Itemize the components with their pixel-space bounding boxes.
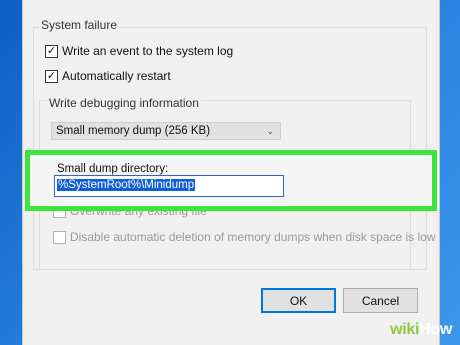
dump-directory-label: Small dump directory:	[57, 163, 169, 175]
debugging-group-label: Write debugging information	[47, 96, 201, 110]
wikihow-watermark: wikiHow	[390, 321, 452, 339]
disable-auto-delete-checkbox-row[interactable]: Disable automatic deletion of memory dum…	[53, 229, 436, 245]
chevron-down-icon: ⌄	[266, 125, 274, 136]
dump-type-selected: Small memory dump (256 KB)	[56, 125, 211, 137]
disable-auto-delete-label: Disable automatic deletion of memory dum…	[70, 230, 436, 244]
disable-auto-delete-checkbox[interactable]	[53, 230, 66, 244]
write-event-label: Write an event to the system log	[62, 44, 234, 58]
dump-directory-value: %SystemRoot%\Minidump	[57, 179, 196, 191]
dump-directory-highlight: Small dump directory: %SystemRoot%\Minid…	[25, 150, 437, 211]
ok-button[interactable]: OK	[261, 288, 336, 313]
auto-restart-checkbox[interactable]: ✓	[45, 69, 58, 83]
dump-type-select[interactable]: Small memory dump (256 KB) ⌄	[51, 122, 281, 140]
auto-restart-checkbox-row[interactable]: ✓ Automatically restart	[45, 68, 171, 84]
auto-restart-label: Automatically restart	[62, 69, 171, 83]
dump-directory-input[interactable]: %SystemRoot%\Minidump	[54, 175, 284, 197]
wikihow-wiki-text: wiki	[390, 321, 420, 338]
write-event-checkbox-row[interactable]: ✓ Write an event to the system log	[45, 43, 233, 59]
cancel-button[interactable]: Cancel	[343, 288, 418, 313]
write-event-checkbox[interactable]: ✓	[45, 44, 58, 58]
wikihow-how-text: How	[419, 321, 452, 338]
system-failure-label: System failure	[39, 18, 120, 32]
